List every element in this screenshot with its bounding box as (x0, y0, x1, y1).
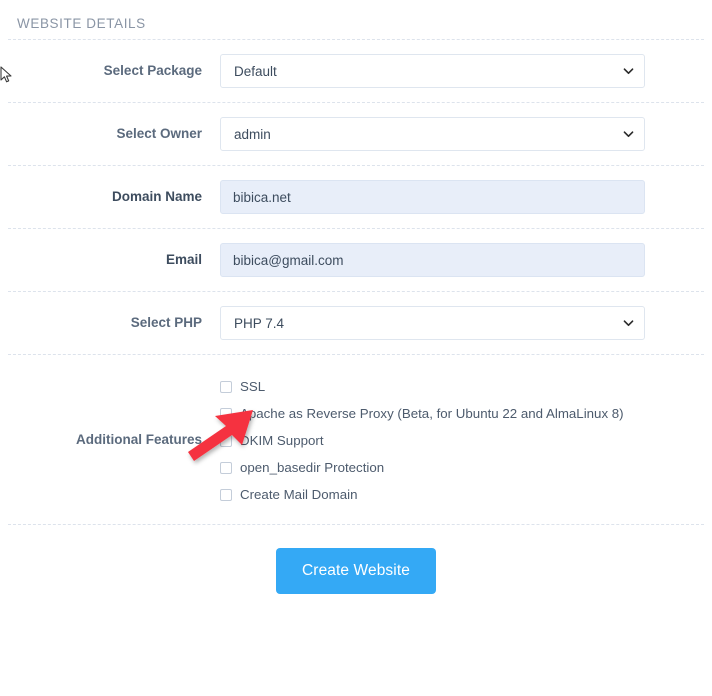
page-title: WEBSITE DETAILS (17, 16, 146, 31)
form-row-domain-name: Domain Name (0, 166, 712, 228)
checkbox-item-apache-reverse-proxy[interactable]: Apache as Reverse Proxy (Beta, for Ubunt… (220, 400, 645, 427)
field-domain-name (220, 180, 645, 214)
panel-header: WEBSITE DETAILS (0, 0, 712, 39)
website-form: Select Package Default Select Owner admi… (0, 40, 712, 594)
label-additional-features: Additional Features (75, 431, 202, 447)
checkbox-item-ssl[interactable]: SSL (220, 373, 645, 400)
select-php-dropdown[interactable]: PHP 7.4 (220, 306, 645, 340)
label-select-php: Select PHP (130, 315, 202, 331)
field-select-owner: admin (220, 117, 645, 151)
label-select-package: Select Package (103, 63, 202, 79)
field-additional-features: SSL Apache as Reverse Proxy (Beta, for U… (220, 371, 645, 508)
form-row-select-php: Select PHP PHP 7.4 (0, 292, 712, 354)
field-select-package: Default (220, 54, 645, 88)
field-email (220, 243, 645, 277)
domain-name-input[interactable] (220, 180, 645, 214)
checkbox-label: Apache as Reverse Proxy (Beta, for Ubunt… (240, 405, 624, 421)
checkbox-item-open-basedir-protection[interactable]: open_basedir Protection (220, 454, 645, 481)
checkbox-icon[interactable] (220, 461, 232, 474)
field-select-php: PHP 7.4 (220, 306, 645, 340)
checkbox-icon[interactable] (220, 434, 232, 447)
form-row-select-package: Select Package Default (0, 40, 712, 102)
checkbox-icon[interactable] (220, 407, 232, 420)
form-row-additional-features: Additional Features SSL Apache as Revers… (0, 355, 712, 524)
email-input[interactable] (220, 243, 645, 277)
label-select-owner: Select Owner (116, 126, 202, 142)
form-footer: Create Website (0, 525, 712, 594)
label-domain-name: Domain Name (111, 189, 202, 205)
checkbox-item-create-mail-domain[interactable]: Create Mail Domain (220, 481, 645, 508)
checkbox-icon[interactable] (220, 380, 232, 393)
select-owner-dropdown[interactable]: admin (220, 117, 645, 151)
checkbox-label: Create Mail Domain (240, 486, 358, 502)
checkbox-label: DKIM Support (240, 432, 324, 448)
label-email: Email (165, 252, 202, 268)
form-row-select-owner: Select Owner admin (0, 103, 712, 165)
form-row-email: Email (0, 229, 712, 291)
checkbox-label: SSL (240, 378, 266, 394)
additional-features-checkbox-group: SSL Apache as Reverse Proxy (Beta, for U… (220, 371, 645, 508)
website-details-panel: WEBSITE DETAILS Select Package Default S… (0, 0, 712, 696)
checkbox-item-dkim-support[interactable]: DKIM Support (220, 427, 645, 454)
checkbox-icon[interactable] (220, 488, 232, 501)
create-website-button[interactable]: Create Website (276, 548, 436, 594)
checkbox-label: open_basedir Protection (240, 459, 385, 475)
select-package-dropdown[interactable]: Default (220, 54, 645, 88)
